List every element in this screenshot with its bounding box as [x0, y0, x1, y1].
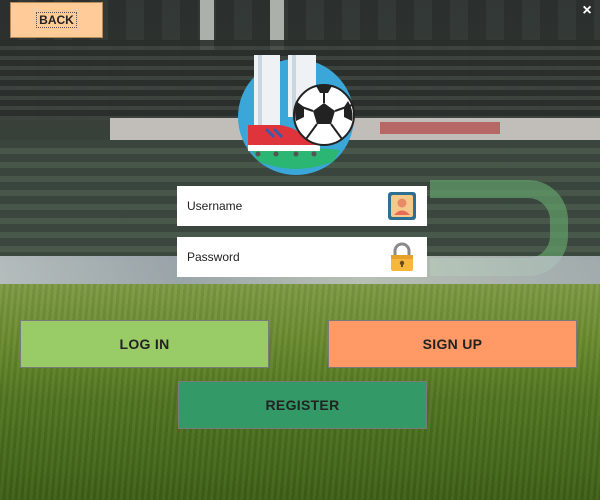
password-input[interactable] [177, 236, 379, 278]
soccer-logo-icon [238, 55, 355, 175]
back-button-label: BACK [36, 12, 77, 28]
stadium-banner-accent [380, 122, 500, 134]
username-field[interactable] [177, 185, 427, 227]
password-field[interactable] [177, 236, 427, 278]
signup-button[interactable]: SIGN UP [328, 320, 577, 368]
padlock-icon [391, 242, 413, 271]
user-card-icon [388, 192, 416, 220]
close-icon[interactable]: × [580, 2, 594, 20]
login-button[interactable]: LOG IN [20, 320, 269, 368]
register-button[interactable]: REGISTER [178, 381, 427, 429]
username-input[interactable] [177, 185, 379, 227]
back-button[interactable]: BACK [10, 2, 103, 38]
